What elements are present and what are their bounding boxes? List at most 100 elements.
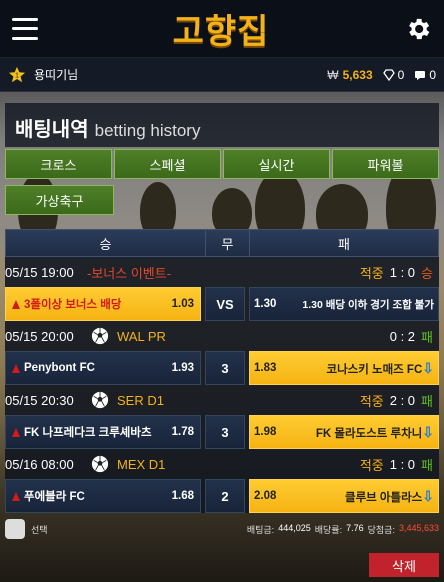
away-team-cell[interactable]: 1.98 FK 몰라도스트 루차니⇩ <box>249 415 439 449</box>
match-outcome: 패 <box>421 457 433 473</box>
home-team-cell[interactable]: FK 나프레다크 크루셰바츠 1.78 <box>5 415 201 449</box>
tab-cross[interactable]: 크로스 <box>5 149 112 179</box>
gear-icon[interactable] <box>404 15 432 43</box>
category-tabs: 크로스 스페셜 실시간 파워볼 <box>5 149 439 179</box>
odds-label: 배당률: <box>314 524 343 535</box>
odds-up-icon <box>12 299 20 309</box>
win-amount: 3,445,633 <box>398 522 439 533</box>
arrow-down-icon: ⇩ <box>422 423 434 440</box>
column-draw: 무 <box>206 230 250 256</box>
away-team-name: 클루브 아틀라스 <box>345 491 423 504</box>
tab-live[interactable]: 실시간 <box>223 149 330 179</box>
site-logo[interactable]: 고향집 <box>173 4 270 53</box>
bet-amount: 444,025 <box>278 522 311 533</box>
bet-footer: 선택 배팅금: 444,025 배당률: 7.76 당첨금: 3,445,633 <box>5 517 439 541</box>
level-star-icon: 1 <box>8 66 26 82</box>
home-team-cell[interactable]: Penybont FC 1.93 <box>5 351 201 385</box>
app-root: 고향집 1 용띠기님 ₩ 5,633 0 0 배팅내역 betting hist… <box>0 0 444 582</box>
points[interactable]: 0 <box>382 67 405 82</box>
messages[interactable]: 0 <box>414 68 436 82</box>
bet-result: 적중 1 : 0 승 <box>360 263 433 282</box>
odds-up-icon <box>12 427 20 437</box>
user-bar: 1 용띠기님 ₩ 5,633 0 0 <box>0 58 444 92</box>
balance-amount: 5,633 <box>342 67 373 82</box>
soccer-ball-icon <box>91 327 109 345</box>
away-team-cell[interactable]: 1.30 1.30 배당 이하 경기 조합 불가 <box>249 287 439 321</box>
odds-up-icon <box>12 491 20 501</box>
total-odds: 7.76 <box>346 522 364 533</box>
tab-powerball[interactable]: 파워볼 <box>332 149 439 179</box>
bet-row: 푸에블라 FC 1.68 2 2.08 클루브 아틀라스⇩ <box>5 479 439 513</box>
match-outcome: 승 <box>421 265 433 281</box>
result-status: 적중 <box>359 265 384 281</box>
match-time: 05/15 19:00 <box>5 264 74 280</box>
draw-cell[interactable]: 2 <box>205 479 245 513</box>
result-status: 적중 <box>359 457 384 473</box>
match-score: 0 : 2 <box>389 328 416 344</box>
bet-result: 적중 1 : 0 패 <box>360 455 433 474</box>
bet-result: 적중 2 : 0 패 <box>360 391 433 410</box>
level-number: 1 <box>15 70 19 79</box>
bet-meta-row: 05/15 19:00 -보너스 이벤트- 적중 1 : 0 승 <box>5 257 439 287</box>
win-label: 당첨금: <box>367 524 395 535</box>
match-time: 05/16 08:00 <box>5 456 74 472</box>
diamond-icon <box>382 68 395 81</box>
away-team-name: 1.30 배당 이하 경기 조합 불가 <box>302 298 434 311</box>
column-lose: 패 <box>338 236 350 252</box>
home-odds: 1.68 <box>171 490 194 502</box>
balance[interactable]: ₩ 5,633 <box>327 68 372 82</box>
draw-cell[interactable]: 3 <box>205 351 245 385</box>
home-odds: 1.93 <box>171 362 194 374</box>
column-win: 승 <box>6 230 206 256</box>
result-status: 적중 <box>359 393 384 409</box>
home-team-cell[interactable]: 푸에블라 FC 1.68 <box>5 479 201 513</box>
betting-history-panel: 배팅내역 betting history 크로스 스페셜 실시간 파워볼 가상축… <box>5 103 439 541</box>
match-score: 2 : 0 <box>389 392 416 408</box>
tab-virtual-soccer[interactable]: 가상축구 <box>5 185 114 215</box>
away-odds: 2.08 <box>254 490 277 502</box>
league-name: SER D1 <box>117 392 164 408</box>
select-checkbox[interactable] <box>5 519 25 539</box>
away-odds: 1.83 <box>254 362 277 374</box>
delete-button[interactable]: 삭제 <box>369 553 439 577</box>
home-team-cell[interactable]: 3폴이상 보너스 배당 1.03 <box>5 287 201 321</box>
select-label: 선택 <box>31 524 48 535</box>
home-team-name: Penybont FC <box>24 362 95 374</box>
odds-up-icon <box>12 363 20 373</box>
draw-cell[interactable]: 3 <box>205 415 245 449</box>
match-outcome: 패 <box>421 393 433 409</box>
draw-cell[interactable]: VS <box>205 287 245 321</box>
menu-icon[interactable] <box>12 17 38 40</box>
tab-special[interactable]: 스페셜 <box>114 149 221 179</box>
bet-amount-label: 배팅금: <box>246 524 275 535</box>
points-count: 0 <box>397 67 405 82</box>
match-time: 05/15 20:00 <box>5 328 74 344</box>
away-team-cell[interactable]: 1.83 코나스키 노매즈 FC⇩ <box>249 351 439 385</box>
column-header: 승 무 패 <box>5 229 439 257</box>
soccer-ball-icon <box>91 391 109 409</box>
away-odds: 1.98 <box>254 426 277 438</box>
league-name: -보너스 이벤트- <box>87 265 172 281</box>
away-team-cell[interactable]: 2.08 클루브 아틀라스⇩ <box>249 479 439 513</box>
away-team-name: FK 몰라도스트 루차니 <box>315 427 423 440</box>
username[interactable]: 용띠기님 <box>34 66 327 83</box>
bet-row: Penybont FC 1.93 3 1.83 코나스키 노매즈 FC⇩ <box>5 351 439 385</box>
match-score: 1 : 0 <box>389 456 416 472</box>
match-time: 05/15 20:30 <box>5 392 74 408</box>
away-team-name: 코나스키 노매즈 FC <box>326 363 423 376</box>
bet-meta-row: 05/15 20:30 SER D1 적중 2 : 0 패 <box>5 385 439 415</box>
message-icon <box>415 70 426 80</box>
home-team-name: FK 나프레다크 크루셰바츠 <box>24 427 152 439</box>
arrow-down-icon: ⇩ <box>422 359 434 376</box>
title-english: betting history <box>94 121 201 140</box>
bet-row: 3폴이상 보너스 배당 1.03 VS 1.30 1.30 배당 이하 경기 조… <box>5 287 439 321</box>
soccer-ball-icon <box>91 455 109 473</box>
message-count: 0 <box>429 67 436 82</box>
home-odds: 1.78 <box>171 426 194 438</box>
match-score: 1 : 0 <box>389 264 416 280</box>
away-odds: 1.30 <box>254 298 277 310</box>
bet-summary: 배팅금: 444,025 배당률: 7.76 당첨금: 3,445,633 <box>247 523 439 536</box>
match-outcome: 패 <box>421 329 433 345</box>
currency-symbol: ₩ <box>327 67 339 82</box>
page-title: 배팅내역 betting history <box>5 103 439 147</box>
